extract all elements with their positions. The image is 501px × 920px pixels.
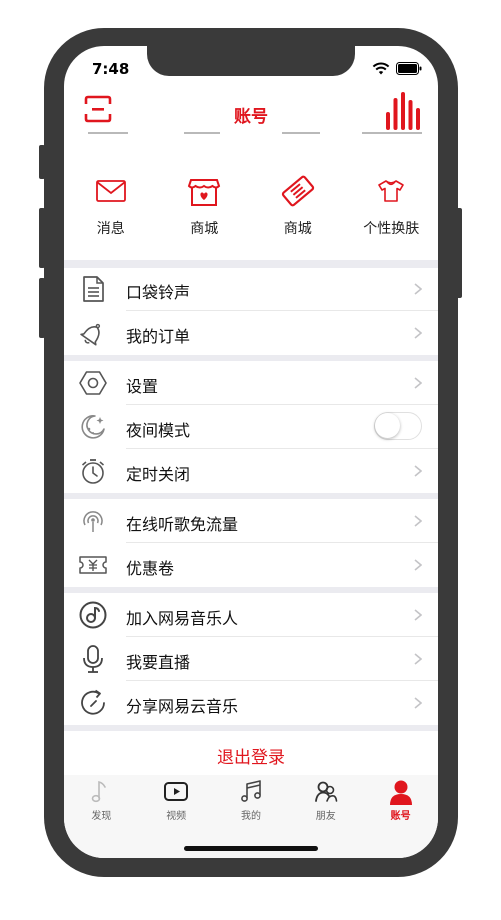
document-icon (83, 276, 104, 302)
timer-icon (81, 459, 105, 484)
tab-label: 视频 (166, 811, 187, 822)
menu-row-label: 分享网易云音乐 (126, 697, 239, 716)
person-icon (389, 780, 412, 805)
mute-switch (39, 145, 45, 179)
ticket-icon (281, 175, 314, 207)
tshirt-icon (378, 180, 405, 202)
music-disc-icon (79, 601, 107, 629)
play-icon (164, 782, 189, 801)
moon-icon (81, 415, 105, 439)
menu-row-coupons[interactable]: 优惠卷 (64, 543, 438, 587)
logout-label: 退出登录 (217, 748, 285, 768)
chevron-right-icon (414, 653, 422, 665)
chevron-right-icon (414, 465, 422, 477)
tab-mine[interactable]: 我的 (214, 779, 289, 822)
status-time: 7:48 (92, 60, 130, 78)
night-mode-toggle[interactable] (374, 412, 422, 440)
menu-row-musician[interactable]: 加入网易音乐人 (64, 593, 438, 637)
notch (147, 46, 355, 76)
microphone-icon (83, 645, 103, 673)
menu-row-free-data[interactable]: 在线听歌免流量 (64, 499, 438, 543)
store-icon (188, 179, 221, 206)
screen: 7:48 账号 消息 商城 商城 个性换肤 口袋铃声 我的订单 设置 夜间模式 … (64, 46, 438, 858)
menu-row-label: 夜间模式 (126, 421, 191, 440)
tab-label: 我的 (240, 811, 261, 822)
toggle-knob (375, 413, 400, 438)
chevron-right-icon (414, 515, 422, 527)
tab-label: 账号 (390, 811, 411, 822)
menu-row-share[interactable]: 分享网易云音乐 (64, 681, 438, 725)
menu-row-label: 口袋铃声 (126, 283, 191, 302)
menu-row-label: 我的订单 (126, 327, 191, 346)
menu-row-label: 在线听歌免流量 (126, 515, 239, 534)
menu-row-settings[interactable]: 设置 (64, 361, 438, 405)
menu-row-night-mode[interactable]: 夜间模式 (64, 405, 438, 449)
grid-item-label: 个性换肤 (363, 221, 420, 237)
wifi-icon (372, 62, 390, 75)
chevron-right-icon (414, 697, 422, 709)
chevron-right-icon (414, 609, 422, 621)
chevron-right-icon (414, 559, 422, 571)
bell-icon (80, 323, 101, 346)
note-icon (92, 780, 107, 803)
volume-up-button (39, 208, 45, 268)
scrolled-content-edge (64, 128, 438, 136)
grid-item-store-ticket[interactable]: 商城 (251, 174, 345, 260)
feature-grid: 消息 商城 商城 个性换肤 (64, 174, 438, 260)
tab-label: 朋友 (315, 811, 336, 822)
menu-row-label: 定时关闭 (126, 465, 191, 484)
battery-icon (396, 62, 422, 75)
grid-item-label: 消息 (96, 221, 125, 237)
grid-item-label: 商城 (283, 221, 312, 237)
menu-row-label: 优惠卷 (126, 559, 175, 578)
music-icon (241, 780, 261, 802)
tab-discover[interactable]: 发现 (64, 779, 139, 822)
status-icons (372, 62, 422, 75)
grid-item-messages[interactable]: 消息 (64, 174, 158, 260)
menu-row-label: 我要直播 (126, 653, 191, 672)
menu-row-live[interactable]: 我要直播 (64, 637, 438, 681)
friends-icon (314, 781, 338, 802)
power-button (456, 208, 462, 298)
grid-item-label: 商城 (190, 221, 219, 237)
menu-row-label: 设置 (126, 377, 159, 396)
volume-down-button (39, 278, 45, 338)
grid-item-skins[interactable]: 个性换肤 (345, 174, 439, 260)
chevron-right-icon (414, 377, 422, 389)
page-title: 账号 (234, 107, 268, 127)
hexagon-icon (79, 371, 107, 395)
tab-label: 发现 (91, 811, 112, 822)
share-icon (81, 689, 105, 715)
menu-row-orders[interactable]: 我的订单 (64, 311, 438, 355)
chevron-right-icon (414, 283, 422, 295)
tab-friends[interactable]: 朋友 (288, 779, 363, 822)
mail-icon (95, 180, 126, 202)
menu-row-timer[interactable]: 定时关闭 (64, 449, 438, 493)
menu-row-ringtones[interactable]: 口袋铃声 (64, 267, 438, 311)
music-level-icon[interactable] (386, 92, 420, 130)
signal-icon (83, 511, 103, 532)
coupon-icon (79, 556, 107, 574)
tab-video[interactable]: 视频 (139, 779, 214, 822)
grid-item-store[interactable]: 商城 (158, 174, 252, 260)
home-indicator (184, 846, 318, 851)
logout-button[interactable]: 退出登录 (64, 731, 438, 777)
tab-account[interactable]: 账号 (363, 779, 438, 822)
menu-row-label: 加入网易音乐人 (126, 609, 239, 628)
chevron-right-icon (414, 327, 422, 339)
